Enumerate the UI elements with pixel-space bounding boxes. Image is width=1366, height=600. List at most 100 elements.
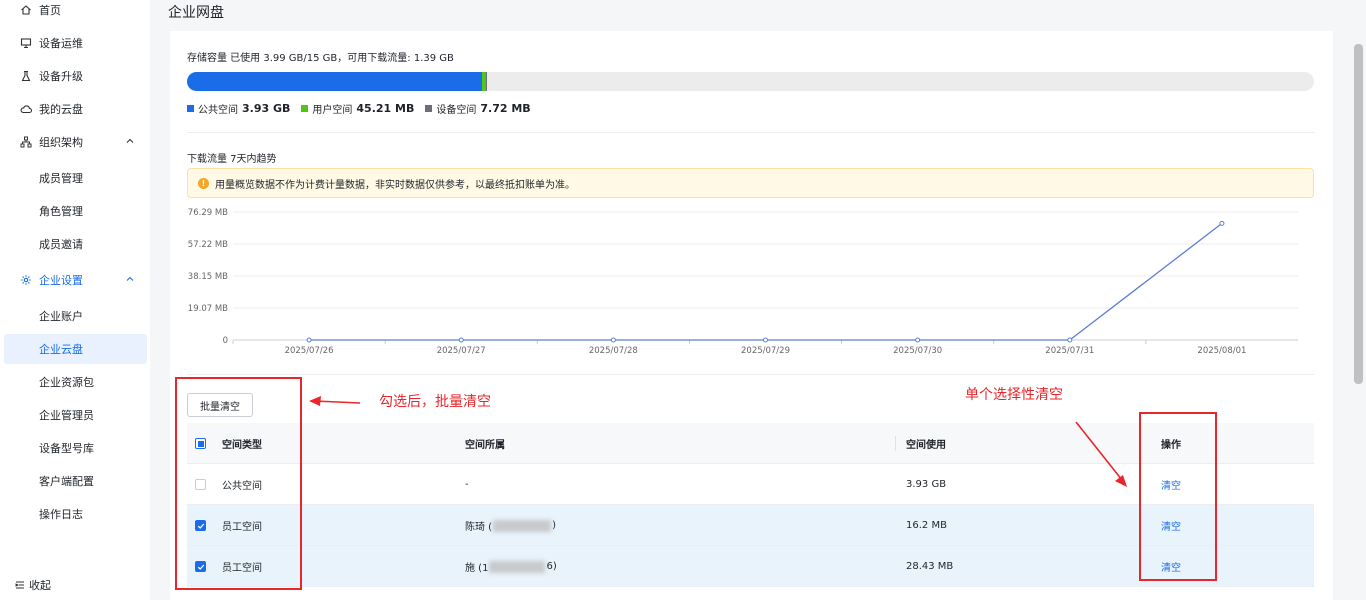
x-tick-label: 2025/07/29 — [741, 346, 790, 356]
chevron-up-icon — [126, 276, 134, 281]
column-header: 空间所属 — [465, 440, 505, 451]
org-chart-icon — [20, 136, 32, 148]
storage-bar-public — [187, 72, 483, 91]
legend-value: 45.21 MB — [356, 102, 415, 115]
sidebar-item-client-config[interactable]: 客户端配置 — [0, 466, 150, 496]
x-tick-label: 2025/07/31 — [1045, 346, 1094, 356]
sidebar-item-label: 设备升级 — [39, 70, 83, 83]
sidebar: 首页 设备运维 设备升级 我的云盘 组织架构 成员管理 角色管理 成员邀请 企业… — [0, 0, 150, 600]
y-tick-label: 76.29 MB — [188, 208, 228, 218]
space-usage: 28.43 MB — [906, 561, 954, 572]
collapse-icon — [15, 581, 24, 589]
data-point — [610, 337, 616, 343]
sidebar-item-invite[interactable]: 成员邀请 — [0, 229, 150, 259]
owner-suffix: ) — [552, 520, 556, 531]
usage-notice: ! 用量概览数据不作为计费计量数据，非实时数据仅供参考，以最终抵扣账单为准。 — [187, 168, 1314, 198]
y-tick-label: 57.22 MB — [188, 240, 228, 250]
flask-icon — [20, 70, 32, 82]
collapse-button[interactable]: 收起 — [15, 577, 51, 593]
legend-swatch — [425, 105, 433, 112]
legend-public: 公共空间 3.93 GB — [187, 101, 290, 116]
data-point — [458, 337, 464, 343]
sidebar-item-label: 企业管理员 — [39, 409, 94, 422]
annotation-batch-note: 勾选后，批量清空 — [379, 394, 491, 410]
cloud-icon — [20, 103, 32, 115]
space-owner: - — [465, 479, 469, 490]
sidebar-item-enterprise-account[interactable]: 企业账户 — [0, 301, 150, 331]
notice-text: 用量概览数据不作为计费计量数据，非实时数据仅供参考，以最终抵扣账单为准。 — [215, 179, 575, 191]
sidebar-item-label: 成员邀请 — [39, 238, 83, 251]
sidebar-item-admins[interactable]: 企业管理员 — [0, 400, 150, 430]
sidebar-item-label: 企业设置 — [39, 274, 83, 287]
sidebar-item-enterprise-cloud[interactable]: 企业云盘 — [4, 334, 147, 364]
owner-name: 陈琦 ( — [465, 522, 493, 533]
annotation-box-action — [1139, 412, 1217, 581]
redacted-mask — [493, 519, 552, 532]
space-usage: 3.93 GB — [906, 479, 947, 490]
sidebar-item-logs[interactable]: 操作日志 — [0, 499, 150, 529]
sidebar-item-device-ops[interactable]: 设备运维 — [0, 28, 150, 58]
sidebar-item-label: 企业账户 — [39, 310, 83, 323]
chevron-up-icon — [126, 138, 134, 143]
x-tick-label: 2025/07/28 — [589, 346, 638, 356]
data-point — [306, 337, 312, 343]
sidebar-item-label: 企业云盘 — [39, 343, 83, 356]
y-tick-label: 19.07 MB — [188, 304, 228, 314]
sidebar-item-model-library[interactable]: 设备型号库 — [0, 433, 150, 463]
owner-name: 施 (1 — [465, 563, 489, 574]
divider — [187, 132, 1314, 133]
legend-device: 设备空间 7.72 MB — [425, 101, 531, 116]
sidebar-item-label: 角色管理 — [39, 205, 83, 218]
sidebar-item-members[interactable]: 成员管理 — [0, 163, 150, 193]
legend-user: 用户空间 45.21 MB — [301, 101, 414, 116]
sidebar-item-org[interactable]: 组织架构 — [0, 127, 150, 157]
space-owner: 陈琦 () — [465, 505, 556, 546]
sidebar-item-label: 操作日志 — [39, 508, 83, 521]
legend-label: 用户空间 — [312, 105, 353, 116]
storage-bar-device — [485, 72, 487, 91]
y-tick-label: 38.15 MB — [188, 272, 228, 282]
y-tick-label: 0 — [223, 336, 228, 346]
download-trend-title: 下载流量 7天内趋势 — [187, 154, 277, 165]
sidebar-item-device-upgrade[interactable]: 设备升级 — [0, 61, 150, 91]
data-point — [915, 337, 921, 343]
sidebar-item-label: 客户端配置 — [39, 475, 94, 488]
x-tick-label: 2025/07/30 — [893, 346, 942, 356]
sidebar-item-label: 我的云盘 — [39, 103, 83, 116]
sidebar-item-label: 设备运维 — [39, 37, 83, 50]
sidebar-item-label: 设备型号库 — [39, 442, 94, 455]
collapse-label: 收起 — [29, 579, 51, 592]
legend-value: 3.93 GB — [242, 102, 291, 115]
redacted-mask — [489, 560, 546, 573]
data-point — [1067, 337, 1073, 343]
space-owner: 施 (1 6) — [465, 546, 557, 587]
sidebar-item-label: 组织架构 — [39, 136, 83, 149]
home-icon — [20, 4, 32, 16]
sidebar-item-resource-pack[interactable]: 企业资源包 — [0, 367, 150, 397]
legend-swatch — [187, 105, 194, 112]
sidebar-item-label: 成员管理 — [39, 172, 83, 185]
monitor-icon — [20, 37, 32, 49]
owner-suffix: 6) — [546, 561, 557, 572]
storage-bar — [187, 72, 1314, 91]
sidebar-item-enterprise-settings[interactable]: 企业设置 — [0, 265, 150, 295]
storage-legend: 公共空间 3.93 GB 用户空间 45.21 MB 设备空间 7.72 MB — [187, 101, 542, 116]
data-point — [1219, 220, 1225, 226]
column-header: 空间使用 — [895, 423, 946, 464]
data-point — [763, 337, 768, 343]
sidebar-item-label: 首页 — [39, 4, 61, 17]
sidebar-item-home[interactable]: 首页 — [0, 0, 150, 25]
legend-value: 7.72 MB — [480, 102, 531, 115]
legend-swatch — [301, 105, 309, 112]
x-tick-label: 2025/07/26 — [285, 346, 334, 356]
scrollbar[interactable] — [1354, 44, 1363, 384]
annotation-single-note: 单个选择性清空 — [965, 387, 1063, 403]
x-tick-label: 2025/08/01 — [1197, 346, 1246, 356]
warning-icon: ! — [198, 177, 209, 189]
legend-label: 公共空间 — [198, 105, 238, 116]
sidebar-item-my-cloud[interactable]: 我的云盘 — [0, 94, 150, 124]
sidebar-item-label: 企业资源包 — [39, 376, 94, 389]
x-tick-label: 2025/07/27 — [437, 346, 486, 356]
storage-summary: 存储容量 已使用 3.99 GB/15 GB，可用下载流量: 1.39 GB — [187, 53, 454, 64]
sidebar-item-roles[interactable]: 角色管理 — [0, 196, 150, 226]
